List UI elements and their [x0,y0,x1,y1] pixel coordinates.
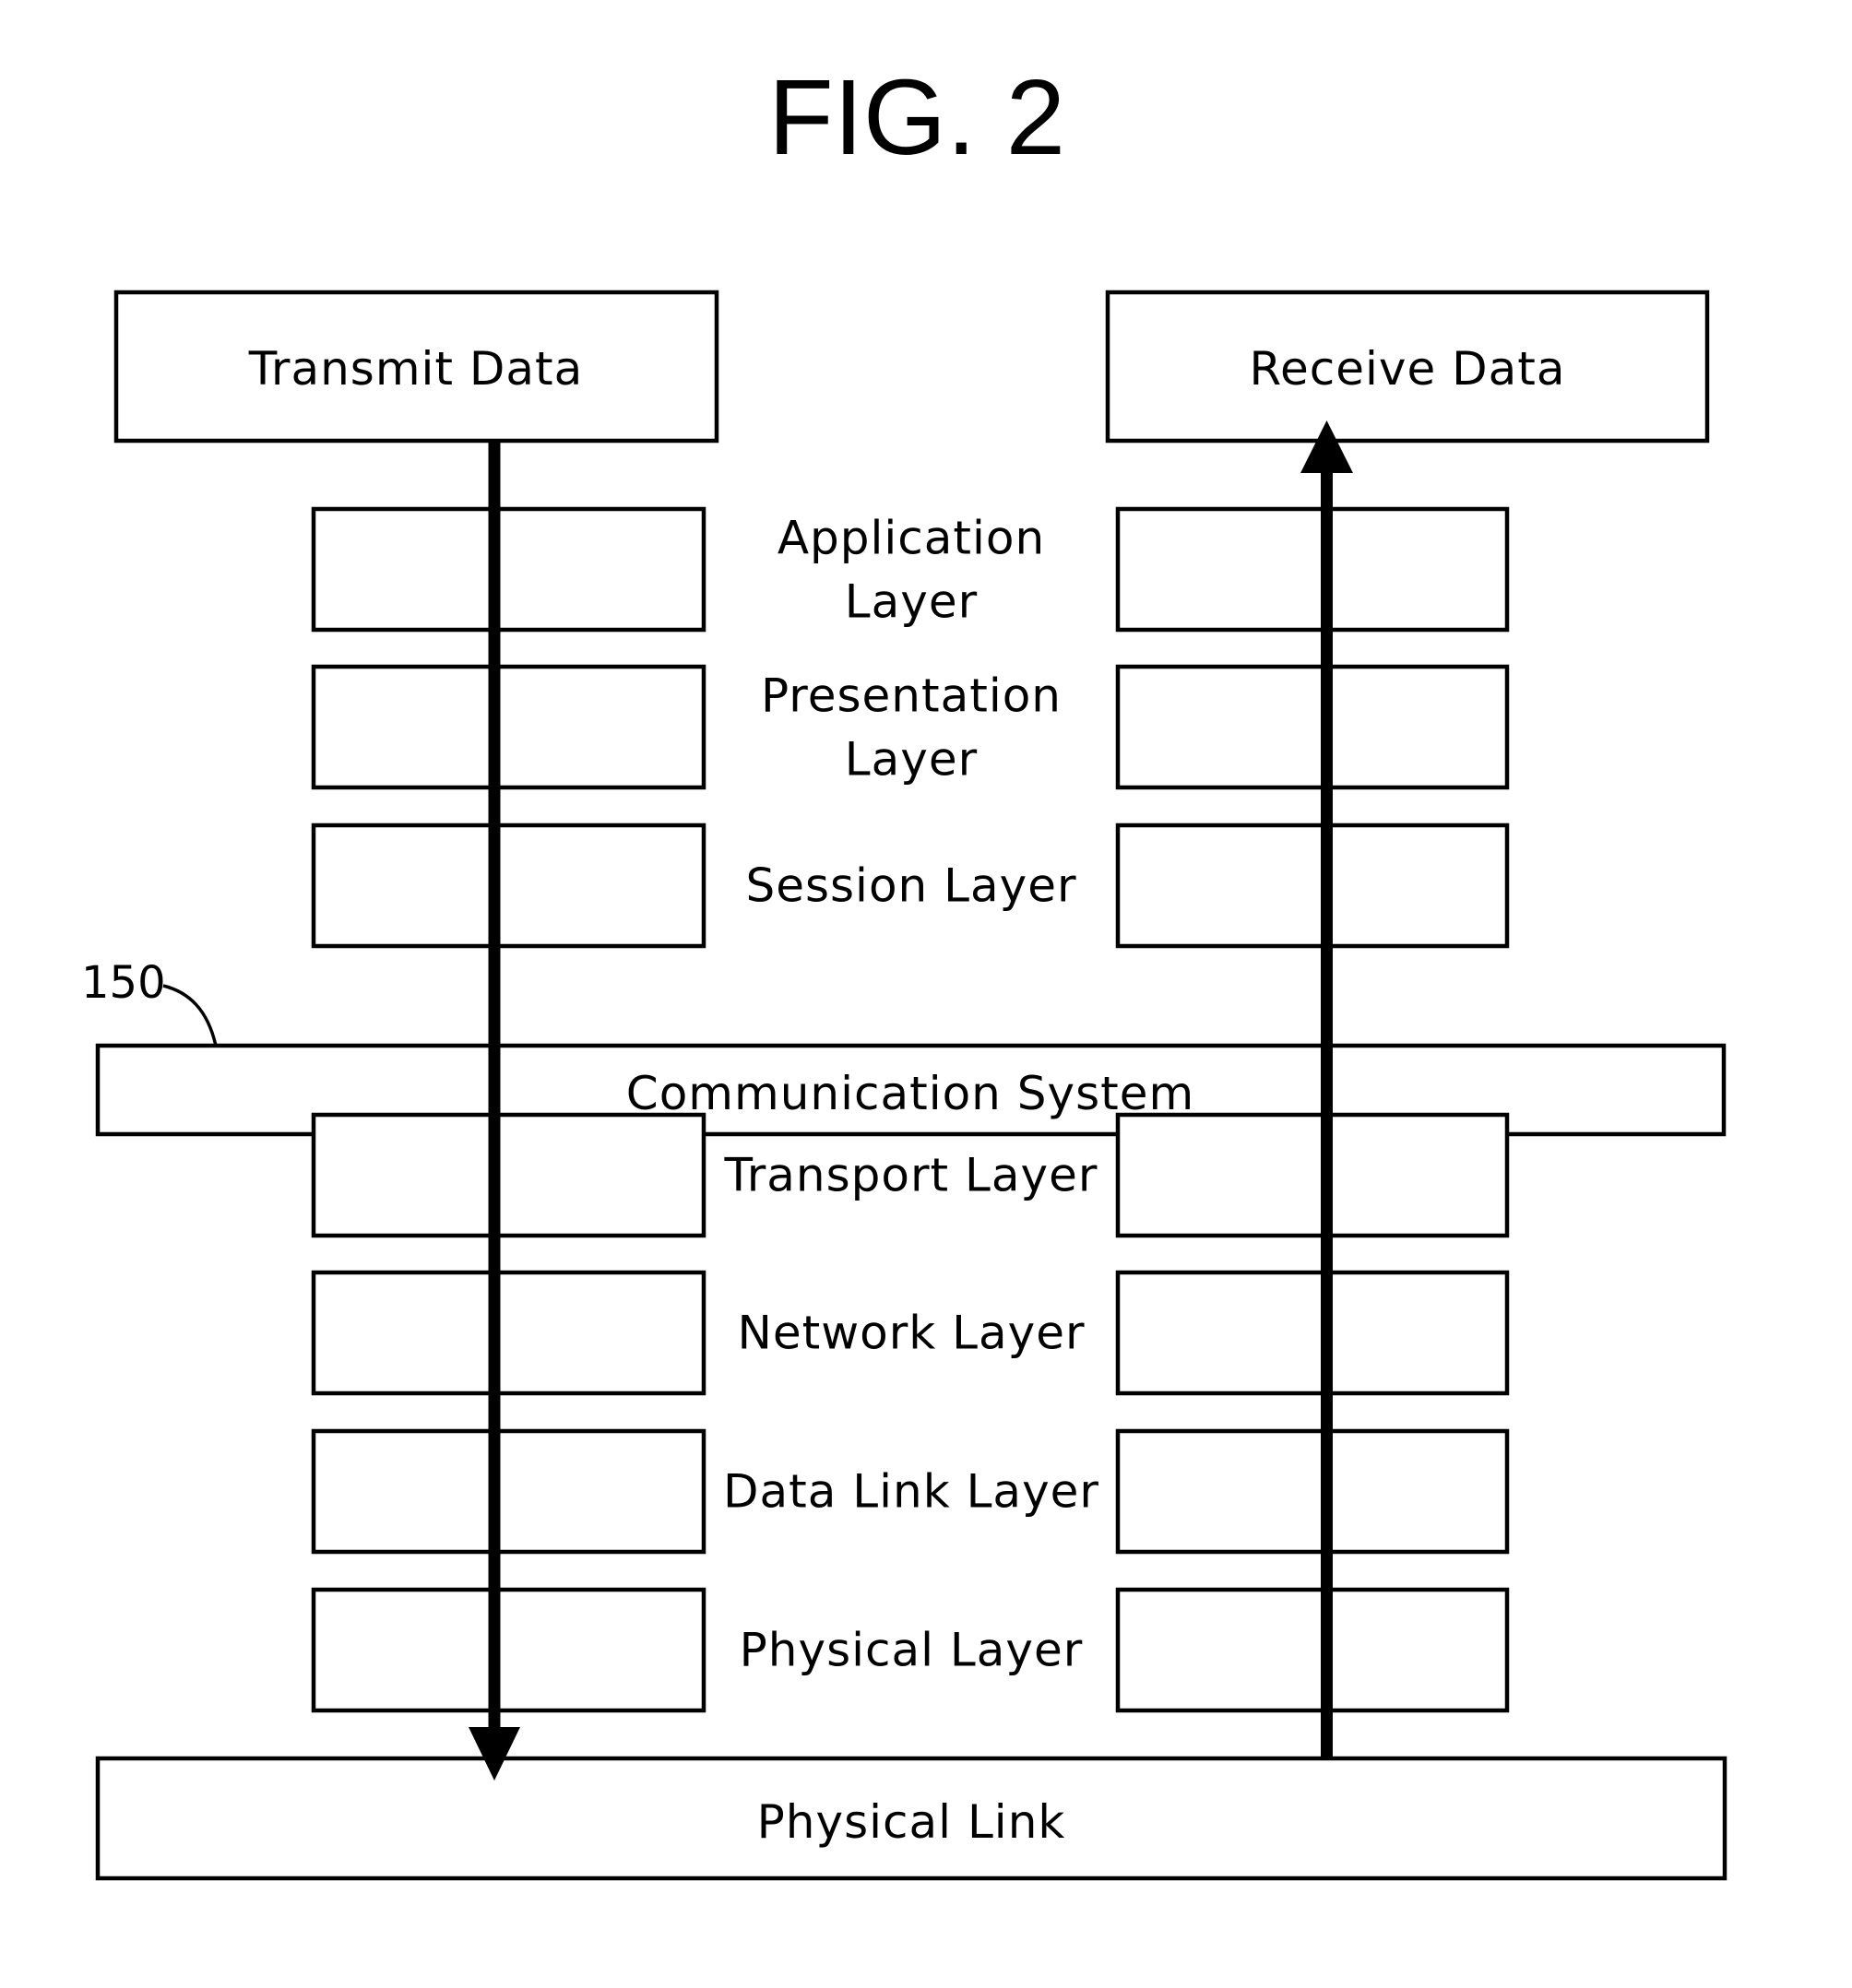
receive-application-layer-box [1115,506,1510,633]
receive-transport-layer-box [1115,1112,1510,1238]
transmit-network-layer-box [311,1270,706,1396]
transmit-transport-layer-box [311,1112,706,1238]
receive-data-link-layer-box [1115,1428,1510,1555]
transmit-presentation-layer-box [311,664,706,790]
physical-link-block: Physical Link [95,1756,1727,1881]
reference-150: 150 [81,957,218,1047]
presentation-layer-label: Presentation [761,669,1062,723]
figure-title: FIG. 2 [768,57,1065,177]
network-layer-label: Network Layer [737,1307,1085,1360]
presentation-layer-label: Layer [845,733,978,787]
transmit-data-label: Transmit Data [248,342,584,396]
transmit-data-block: Transmit Data [113,290,719,444]
physical-link-label: Physical Link [757,1795,1066,1849]
communication-system-label: Communication System [626,1067,1194,1120]
osi-stack-diagram: FIG. 2 Transmit Data Receive Data Commun… [81,57,1727,1881]
data-link-layer-label: Data Link Layer [723,1465,1099,1519]
transmit-session-layer-box [311,822,706,949]
application-layer-label: Layer [845,575,978,629]
physical-layer-label: Physical Layer [740,1624,1084,1677]
leader-line [162,984,218,1047]
session-layer-label: Session Layer [745,859,1076,913]
transmit-application-layer-box [311,506,706,633]
transport-layer-label: Transport Layer [724,1149,1098,1202]
reference-numeral: 150 [81,957,166,1009]
transmit-data-link-layer-box [311,1428,706,1555]
receive-data-block: Receive Data [1105,290,1710,444]
receive-presentation-layer-box [1115,664,1510,790]
receive-physical-layer-box [1115,1587,1510,1713]
receive-session-layer-box [1115,822,1510,949]
receive-data-label: Receive Data [1249,342,1565,396]
receive-network-layer-box [1115,1270,1510,1396]
transmit-physical-layer-box [311,1587,706,1713]
application-layer-label: Application [778,512,1045,565]
